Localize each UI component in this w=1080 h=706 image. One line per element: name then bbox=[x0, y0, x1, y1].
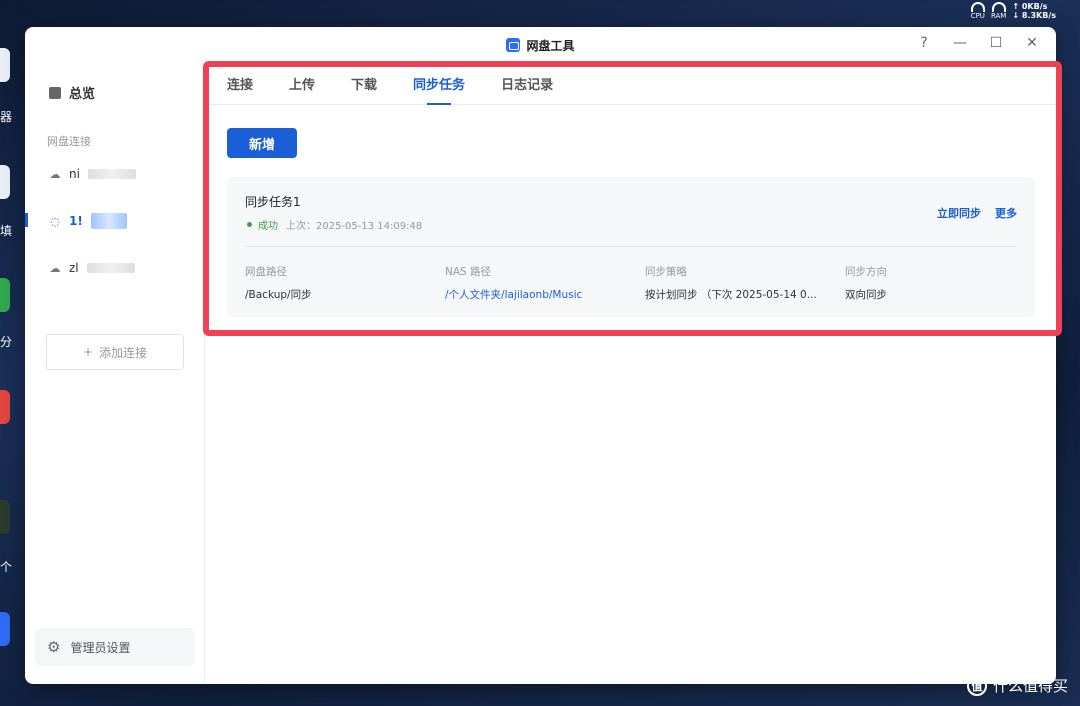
admin-settings-label: 管理员设置 bbox=[70, 640, 131, 655]
desktop-app-tile[interactable] bbox=[0, 165, 10, 199]
close-button[interactable]: ✕ bbox=[1022, 35, 1042, 51]
desktop-app-tile[interactable] bbox=[0, 612, 10, 646]
watermark: 值 什么值得买 bbox=[966, 675, 1068, 696]
tab-sync-tasks[interactable]: 同步任务 bbox=[413, 63, 465, 105]
column-value: 双向同步 bbox=[845, 289, 887, 301]
sync-circle-icon: ◌ bbox=[50, 214, 60, 228]
nas-path-link[interactable]: /个人文件夹/lajilaonb/Music bbox=[445, 287, 582, 302]
system-monitor: CPU RAM ↑ 0KB/s ↓ 8.3KB/s bbox=[971, 0, 1056, 22]
title-bar[interactable]: 网盘工具 ? — ☐ ✕ bbox=[25, 27, 1056, 63]
divider bbox=[245, 246, 1017, 247]
add-connection-label: 添加连接 bbox=[99, 345, 148, 360]
task-name: 同步任务1 bbox=[245, 195, 301, 209]
download-speed: ↓ 8.3KB/s bbox=[1012, 11, 1056, 20]
active-indicator bbox=[25, 213, 28, 227]
desktop-label: 填 bbox=[0, 224, 13, 238]
sidebar-item-connection[interactable]: ☁ zl bbox=[49, 261, 135, 275]
tab-connect[interactable]: 连接 bbox=[227, 63, 253, 104]
help-button[interactable]: ? bbox=[914, 35, 934, 51]
connection-label: zl bbox=[69, 261, 79, 275]
tab-logs[interactable]: 日志记录 bbox=[501, 63, 553, 104]
sidebar-section-title: 网盘连接 bbox=[47, 135, 91, 148]
minimize-button[interactable]: — bbox=[950, 35, 970, 51]
more-link[interactable]: 更多 bbox=[995, 205, 1017, 221]
main-content: 连接 上传 下载 同步任务 日志记录 新增 同步任务1 成功 上次：2025-0… bbox=[205, 63, 1056, 684]
net-speed: ↑ 0KB/s ↓ 8.3KB/s bbox=[1012, 2, 1056, 20]
sidebar-item-connection[interactable]: ☁ ni bbox=[49, 167, 136, 181]
upload-speed: ↑ 0KB/s bbox=[1012, 2, 1048, 11]
column-label: 同步方向 bbox=[845, 266, 887, 278]
maximize-button[interactable]: ☐ bbox=[986, 35, 1006, 51]
task-column-cloud-path: 网盘路径 /Backup/同步 bbox=[245, 264, 312, 302]
column-label: 网盘路径 bbox=[245, 266, 287, 278]
desktop-label: 个 bbox=[0, 560, 13, 574]
column-value: 按计划同步 （下次 2025-05-14 0... bbox=[645, 289, 817, 301]
task-column-strategy: 同步策略 按计划同步 （下次 2025-05-14 0... bbox=[645, 264, 817, 302]
desktop-app-tile[interactable] bbox=[0, 390, 10, 424]
tab-download[interactable]: 下载 bbox=[351, 63, 377, 104]
sidebar-item-overview[interactable]: 总览 bbox=[49, 83, 95, 102]
cloud-drive-app-icon bbox=[506, 38, 521, 52]
sidebar: 总览 网盘连接 ☁ ni ◌ 1! ☁ zl + 添加连接 ⚙ 管理员设置 bbox=[25, 63, 205, 684]
sync-now-link[interactable]: 立即同步 bbox=[937, 205, 981, 221]
desktop-app-tile[interactable] bbox=[0, 500, 10, 534]
status-text: 成功 bbox=[258, 221, 278, 232]
app-title: 网盘工具 bbox=[506, 37, 575, 54]
column-value: /Backup/同步 bbox=[245, 289, 312, 301]
window-controls: ? — ☐ ✕ bbox=[914, 35, 1042, 51]
app-window: 网盘工具 ? — ☐ ✕ 总览 网盘连接 ☁ ni ◌ 1! ☁ zl + 添加… bbox=[25, 27, 1056, 684]
new-task-button[interactable]: 新增 bbox=[227, 128, 297, 158]
cpu-label: CPU bbox=[970, 12, 985, 20]
cpu-gauge-icon bbox=[970, 2, 985, 12]
ram-label: RAM bbox=[990, 12, 1007, 20]
ram-gauge-icon bbox=[991, 2, 1006, 12]
column-label: NAS 路径 bbox=[445, 266, 492, 278]
window-title: 网盘工具 bbox=[526, 38, 575, 53]
task-column-direction: 同步方向 双向同步 bbox=[845, 264, 887, 302]
watermark-logo-icon: 值 bbox=[966, 675, 987, 696]
sidebar-item-label: 总览 bbox=[69, 87, 96, 102]
task-column-nas-path: NAS 路径 /个人文件夹/lajilaonb/Music bbox=[445, 264, 582, 302]
sync-task-card: 同步任务1 成功 上次：2025-05-13 14:09:48 立即同步 更多 … bbox=[227, 177, 1035, 317]
desktop-app-tile[interactable] bbox=[0, 278, 10, 312]
desktop-label: 器 bbox=[0, 110, 13, 124]
status-dot-icon bbox=[247, 222, 252, 227]
cloud-icon: ☁ bbox=[49, 261, 61, 275]
tab-bar: 连接 上传 下载 同步任务 日志记录 bbox=[205, 63, 1056, 105]
redacted-text bbox=[90, 213, 127, 229]
baidu-cloud-icon: ☁ bbox=[49, 167, 61, 181]
add-connection-button[interactable]: + 添加连接 bbox=[46, 334, 184, 370]
last-run-text: 上次：2025-05-13 14:09:48 bbox=[286, 221, 423, 232]
ram-gauge: RAM bbox=[991, 2, 1006, 20]
column-label: 同步策略 bbox=[645, 266, 687, 278]
desktop-left-strip: 器 填 分 个 bbox=[0, 0, 24, 706]
connection-label: 1! bbox=[69, 214, 83, 228]
connection-label: ni bbox=[69, 167, 80, 181]
sidebar-item-connection-active[interactable]: ◌ 1! bbox=[49, 213, 127, 229]
tab-upload[interactable]: 上传 bbox=[289, 63, 315, 104]
task-actions: 立即同步 更多 bbox=[937, 205, 1017, 221]
task-status: 成功 上次：2025-05-13 14:09:48 bbox=[247, 217, 422, 232]
desktop-label: 分 bbox=[0, 335, 13, 349]
gear-icon: ⚙ bbox=[47, 638, 61, 656]
plus-icon: + bbox=[82, 345, 94, 359]
desktop-app-tile[interactable] bbox=[0, 48, 10, 82]
admin-settings-button[interactable]: ⚙ 管理员设置 bbox=[35, 628, 195, 666]
redacted-text bbox=[86, 263, 135, 273]
cpu-gauge: CPU bbox=[971, 2, 985, 20]
redacted-text bbox=[87, 169, 136, 179]
overview-icon bbox=[49, 86, 61, 99]
watermark-text: 什么值得买 bbox=[992, 677, 1068, 695]
